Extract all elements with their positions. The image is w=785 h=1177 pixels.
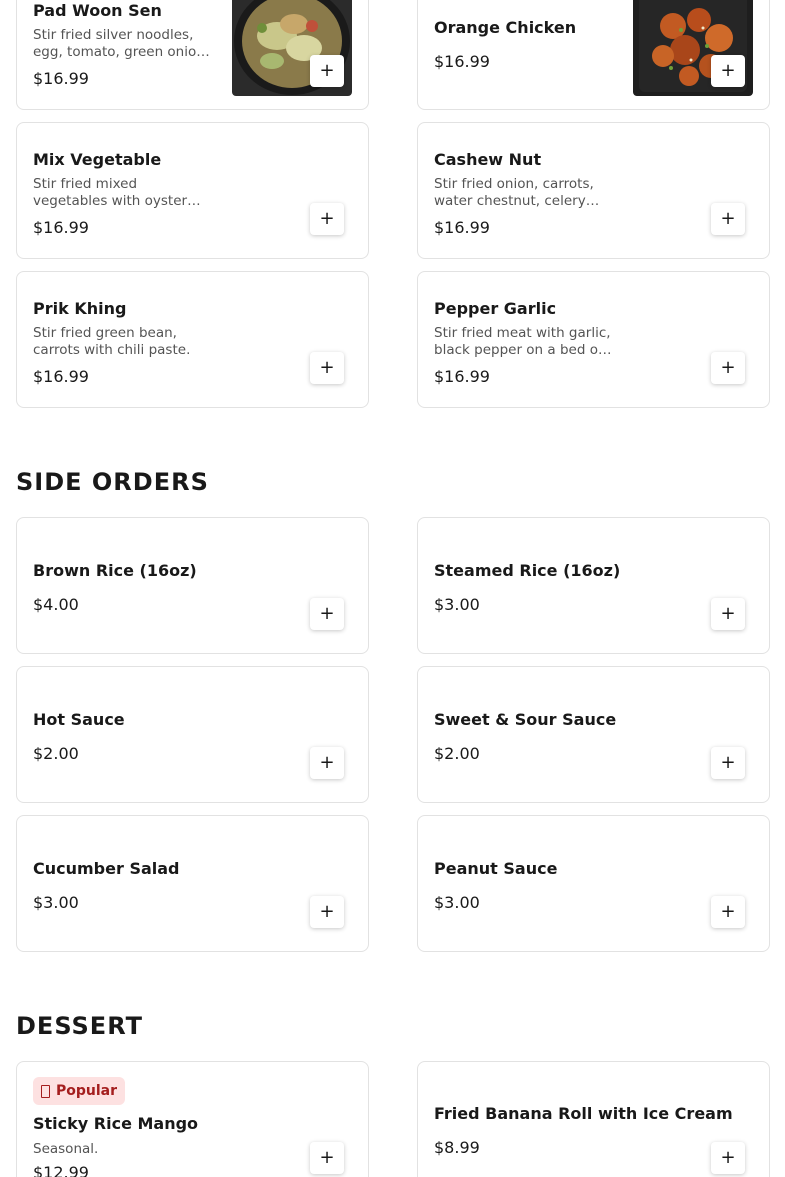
item-price: $2.00 bbox=[434, 744, 480, 763]
item-price: $3.00 bbox=[434, 893, 480, 912]
item-price: $16.99 bbox=[33, 367, 89, 386]
item-name: Steamed Rice (16oz) bbox=[434, 561, 621, 580]
add-to-cart-button[interactable]: + bbox=[711, 896, 745, 928]
popular-badge: Popular bbox=[33, 1077, 126, 1105]
item-description: Stir fried silver noodles, egg, tomato, … bbox=[33, 27, 210, 60]
item-price: $16.99 bbox=[33, 69, 89, 88]
item-description: Stir fried green bean, carrots with chil… bbox=[33, 325, 191, 358]
menu-item-card[interactable]: Cashew Nut Stir fried onion, carrots, wa… bbox=[417, 122, 770, 259]
add-to-cart-button[interactable]: + bbox=[711, 598, 745, 630]
add-to-cart-button[interactable]: + bbox=[711, 1142, 745, 1174]
menu-item-card[interactable]: Fried Banana Roll with Ice Cream $8.99 + bbox=[417, 1061, 770, 1177]
item-description: Stir fried onion, carrots, water chestnu… bbox=[434, 176, 594, 209]
add-to-cart-button[interactable]: + bbox=[711, 352, 745, 384]
menu-item-card[interactable]: Steamed Rice (16oz) $3.00 + bbox=[417, 517, 770, 654]
add-to-cart-button[interactable]: + bbox=[310, 1142, 344, 1174]
plus-icon: + bbox=[319, 603, 335, 624]
plus-icon: + bbox=[720, 1147, 736, 1168]
item-name: Hot Sauce bbox=[33, 710, 125, 729]
item-name: Cucumber Salad bbox=[33, 859, 180, 878]
plus-icon: + bbox=[319, 208, 335, 229]
add-to-cart-button[interactable]: + bbox=[310, 352, 344, 384]
plus-icon: + bbox=[720, 752, 736, 773]
item-description: Seasonal. bbox=[33, 1141, 99, 1157]
item-price: $16.99 bbox=[434, 367, 490, 386]
item-name: Orange Chicken bbox=[434, 18, 577, 37]
plus-icon: + bbox=[720, 357, 736, 378]
item-name: Fried Banana Roll with Ice Cream bbox=[434, 1104, 733, 1123]
item-description: Stir fried meat with garlic, black peppe… bbox=[434, 325, 611, 358]
item-price: $8.99 bbox=[434, 1138, 480, 1157]
item-price: $3.00 bbox=[434, 595, 480, 614]
add-to-cart-button[interactable]: + bbox=[310, 896, 344, 928]
item-name: Prik Khing bbox=[33, 299, 127, 318]
plus-icon: + bbox=[319, 357, 335, 378]
plus-icon: + bbox=[319, 752, 335, 773]
add-to-cart-button[interactable]: + bbox=[310, 55, 344, 87]
menu-item-card[interactable]: Brown Rice (16oz) $4.00 + bbox=[16, 517, 369, 654]
plus-icon: + bbox=[319, 901, 335, 922]
menu-item-card[interactable]: Peanut Sauce $3.00 + bbox=[417, 815, 770, 952]
popular-icon bbox=[41, 1084, 50, 1098]
item-price: $12.99 bbox=[33, 1163, 89, 1177]
item-name: Sweet & Sour Sauce bbox=[434, 710, 617, 729]
menu-item-card[interactable]: Popular Sticky Rice Mango Seasonal. $12.… bbox=[16, 1061, 369, 1177]
item-name: Mix Vegetable bbox=[33, 150, 162, 169]
menu-item-card[interactable]: Prik Khing Stir fried green bean, carrot… bbox=[16, 271, 369, 408]
menu-item-card[interactable]: Pepper Garlic Stir fried meat with garli… bbox=[417, 271, 770, 408]
item-price: $3.00 bbox=[33, 893, 79, 912]
item-name: Sticky Rice Mango bbox=[33, 1114, 199, 1133]
item-name: Peanut Sauce bbox=[434, 859, 558, 878]
plus-icon: + bbox=[720, 208, 736, 229]
menu-item-card[interactable]: Cucumber Salad $3.00 + bbox=[16, 815, 369, 952]
item-description: Stir fried mixed vegetables with oyster … bbox=[33, 176, 188, 209]
plus-icon: + bbox=[319, 1147, 335, 1168]
add-to-cart-button[interactable]: + bbox=[711, 747, 745, 779]
item-name: Pepper Garlic bbox=[434, 299, 557, 318]
item-price: $4.00 bbox=[33, 595, 79, 614]
add-to-cart-button[interactable]: + bbox=[310, 598, 344, 630]
add-to-cart-button[interactable]: + bbox=[310, 747, 344, 779]
plus-icon: + bbox=[720, 603, 736, 624]
item-name: Brown Rice (16oz) bbox=[33, 561, 197, 580]
menu-item-card[interactable]: Orange Chicken $16.99 + bbox=[417, 0, 770, 110]
plus-icon: + bbox=[720, 60, 736, 81]
item-price: $16.99 bbox=[434, 52, 490, 71]
item-price: $16.99 bbox=[33, 218, 89, 237]
section-title-dessert: DESSERT bbox=[16, 1012, 143, 1040]
add-to-cart-button[interactable]: + bbox=[711, 55, 745, 87]
add-to-cart-button[interactable]: + bbox=[310, 203, 344, 235]
menu-item-card[interactable]: Pad Woon Sen Stir fried silver noodles, … bbox=[16, 0, 369, 110]
item-name: Cashew Nut bbox=[434, 150, 542, 169]
section-title-side-orders: SIDE ORDERS bbox=[16, 468, 209, 496]
menu-item-card[interactable]: Hot Sauce $2.00 + bbox=[16, 666, 369, 803]
menu-item-card[interactable]: Mix Vegetable Stir fried mixed vegetable… bbox=[16, 122, 369, 259]
add-to-cart-button[interactable]: + bbox=[711, 203, 745, 235]
item-price: $2.00 bbox=[33, 744, 79, 763]
menu-item-card[interactable]: Sweet & Sour Sauce $2.00 + bbox=[417, 666, 770, 803]
item-name: Pad Woon Sen bbox=[33, 1, 162, 20]
plus-icon: + bbox=[720, 901, 736, 922]
item-price: $16.99 bbox=[434, 218, 490, 237]
badge-label: Popular bbox=[56, 1083, 118, 1099]
plus-icon: + bbox=[319, 60, 335, 81]
